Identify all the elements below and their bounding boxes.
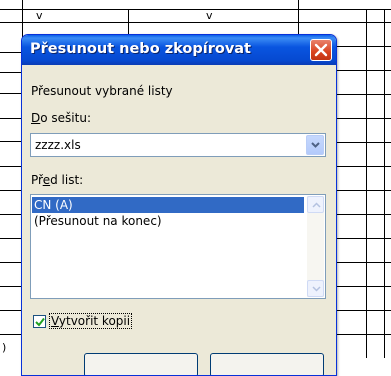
close-icon [314, 43, 328, 57]
dialog-body: Přesunout vybrané listy Do sešitu: zzzz.… [22, 65, 336, 375]
dialog-titlebar[interactable]: Přesunout nebo zkopírovat [22, 35, 336, 65]
dialog-title: Přesunout nebo zkopírovat [30, 41, 251, 57]
instruction-label: Přesunout vybrané listy [31, 84, 173, 98]
list-item[interactable]: (Přesunout na konec) [32, 213, 304, 229]
move-copy-dialog: Přesunout nebo zkopírovat Přesunout vybr… [21, 34, 337, 376]
to-book-label: Do sešitu: [31, 111, 91, 125]
create-copy-label[interactable]: Vytvořit kopii [48, 313, 133, 329]
combo-dropdown-button[interactable] [306, 135, 324, 155]
list-item[interactable]: CN (A) [32, 197, 304, 213]
to-book-combo[interactable]: zzzz.xls [30, 133, 326, 157]
cell-fragment: ) [2, 341, 7, 354]
scroll-down-button[interactable] [307, 280, 324, 297]
close-button[interactable] [310, 39, 332, 61]
to-book-value: zzzz.xls [35, 138, 81, 152]
ok-button[interactable] [84, 353, 198, 375]
cancel-button[interactable] [210, 353, 324, 375]
create-copy-checkbox[interactable] [33, 315, 46, 328]
chevron-down-icon [311, 142, 320, 148]
chevron-down-icon [312, 286, 321, 292]
column-header-1: v [36, 9, 43, 22]
chevron-up-icon [312, 202, 321, 208]
checkmark-icon [35, 317, 45, 327]
sheet-list[interactable]: CN (A) (Přesunout na konec) [30, 194, 326, 299]
scroll-up-button[interactable] [307, 196, 324, 213]
column-header-2: v [206, 9, 213, 22]
before-sheet-label: Před list: [31, 173, 84, 187]
list-scrollbar[interactable] [307, 196, 324, 297]
